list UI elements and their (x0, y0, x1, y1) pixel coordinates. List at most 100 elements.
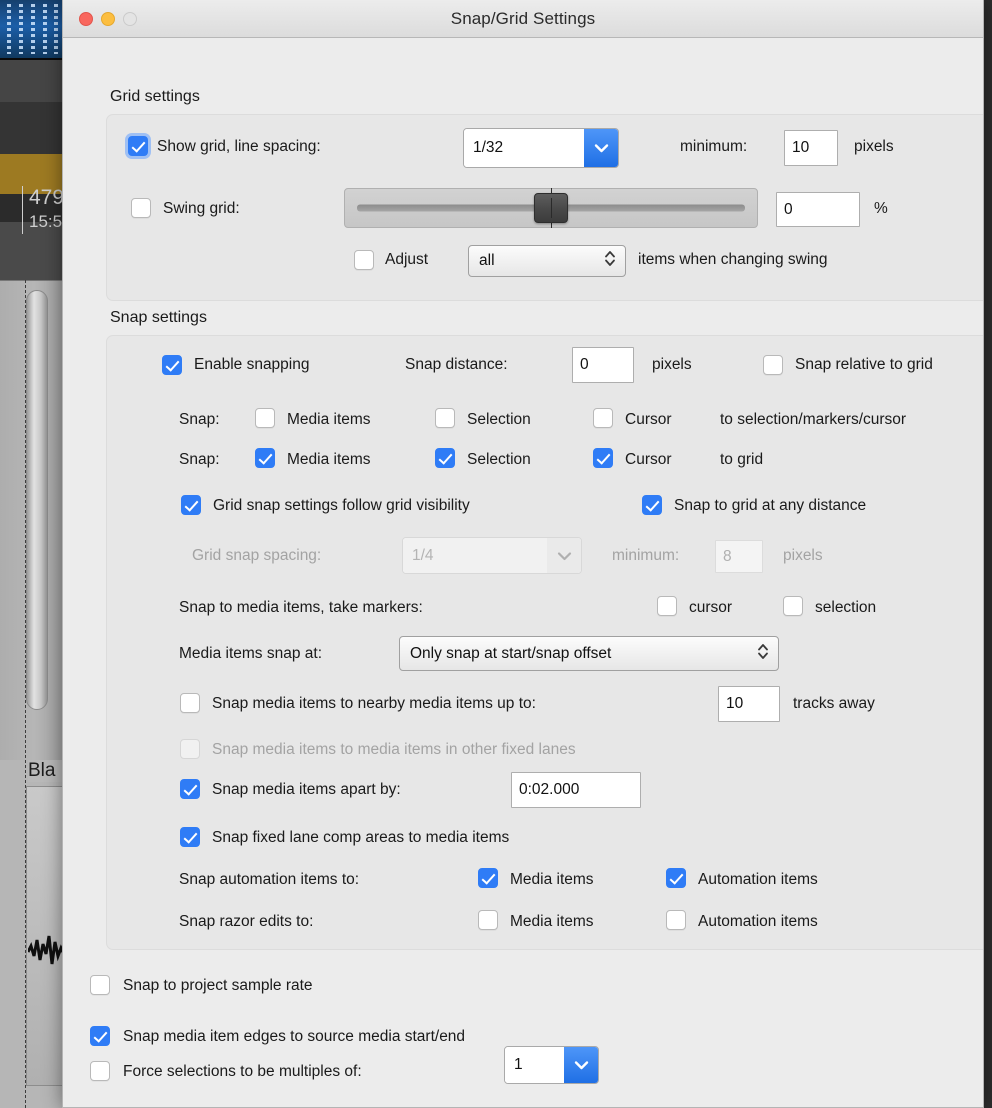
media-items-snap-at-popup[interactable]: Only snap at start/snap offset (399, 636, 779, 671)
show-grid-checkbox[interactable] (128, 136, 148, 156)
grid-minimum-value: 10 (792, 139, 810, 156)
razor-media-items-checkbox[interactable] (478, 910, 498, 930)
footer-options: Snap to project sample rate Snap media i… (63, 950, 983, 1107)
chevron-down-icon[interactable] (564, 1047, 598, 1083)
snap-row2-cursor-checkbox[interactable] (593, 448, 613, 468)
media-items-snap-at-label: Media items snap at: (179, 645, 323, 662)
razor-edits-to-label: Snap razor edits to: (179, 913, 314, 930)
line-spacing-combo[interactable]: 1/32 (463, 128, 619, 168)
line-spacing-value: 1/32 (464, 129, 584, 167)
sample-rate-label: Snap to project sample rate (123, 977, 313, 994)
take-markers-selection-label: selection (815, 599, 877, 616)
apart-by-checkbox[interactable] (180, 779, 200, 799)
force-multiples-checkbox[interactable] (90, 1061, 110, 1081)
grid-minimum-input[interactable]: 10 (784, 130, 838, 166)
snap-row1-selection-label: Selection (467, 411, 531, 428)
snap-row2-selection-label: Selection (467, 451, 531, 468)
grid-snap-pixels-label: pixels (783, 547, 823, 564)
chevron-down-icon[interactable] (547, 538, 581, 573)
force-multiples-label: Force selections to be multiples of: (123, 1063, 362, 1080)
adjust-checkbox[interactable] (354, 250, 374, 270)
snap-distance-input[interactable]: 0 (572, 347, 634, 383)
snap-settings-group: Snap settings Enable snapping Snap dista… (106, 309, 983, 950)
grid-snap-follow-checkbox[interactable] (181, 495, 201, 515)
grid-snap-spacing-combo[interactable]: 1/4 (402, 537, 582, 574)
grid-pixels-label: pixels (854, 138, 894, 155)
grid-snap-minimum-label: minimum: (612, 547, 680, 564)
grid-snap-spacing-value: 1/4 (403, 538, 547, 573)
track-band (0, 102, 62, 154)
chevron-updown-icon (604, 249, 616, 274)
snap-settings-label: Snap settings (110, 309, 207, 326)
automation-automation-items-label: Automation items (698, 871, 818, 888)
snap-row1-media-items-label: Media items (287, 411, 371, 428)
chevron-down-icon[interactable] (584, 129, 618, 167)
swing-grid-checkbox[interactable] (131, 198, 151, 218)
take-markers-selection-checkbox[interactable] (783, 596, 803, 616)
adjust-scope-popup[interactable]: all (468, 245, 626, 277)
show-grid-label: Show grid, line spacing: (157, 138, 321, 155)
force-multiples-combo[interactable]: 1 (504, 1046, 599, 1084)
track-band (0, 60, 62, 102)
razor-automation-items-checkbox[interactable] (666, 910, 686, 930)
grid-settings-label: Grid settings (110, 88, 200, 105)
snap-row2-selection-checkbox[interactable] (435, 448, 455, 468)
source-media-edges-checkbox[interactable] (90, 1026, 110, 1046)
apart-by-value: 0:02.000 (519, 781, 580, 798)
snap-distance-label: Snap distance: (405, 356, 508, 373)
title-bar: Snap/Grid Settings (63, 0, 983, 38)
fixed-lane-comp-label: Snap fixed lane comp areas to media item… (212, 829, 510, 846)
automation-media-items-checkbox[interactable] (478, 868, 498, 888)
window-title: Snap/Grid Settings (450, 9, 596, 28)
nearby-items-checkbox[interactable] (180, 693, 200, 713)
enable-snapping-label: Enable snapping (194, 356, 310, 373)
nearby-items-units: tracks away (793, 695, 875, 712)
take-markers-cursor-checkbox[interactable] (657, 596, 677, 616)
snap-relative-to-grid-label: Snap relative to grid (795, 356, 933, 373)
other-fixed-lanes-checkbox (180, 739, 200, 759)
meter-display (0, 0, 62, 60)
grid-snap-spacing-label: Grid snap spacing: (192, 547, 322, 564)
grid-minimum-label: minimum: (680, 138, 748, 155)
snap-row2-cursor-label: Cursor (625, 451, 672, 468)
snap-row1-media-items-checkbox[interactable] (255, 408, 275, 428)
enable-snapping-checkbox[interactable] (162, 355, 182, 375)
automation-automation-items-checkbox[interactable] (666, 868, 686, 888)
sample-rate-checkbox[interactable] (90, 975, 110, 995)
other-fixed-lanes-label: Snap media items to media items in other… (212, 741, 576, 758)
adjust-scope-value: all (479, 252, 495, 269)
swing-slider[interactable] (344, 188, 758, 228)
snap-distance-units: pixels (652, 356, 692, 373)
snap-row1-cursor-label: Cursor (625, 411, 672, 428)
razor-automation-items-label: Automation items (698, 913, 818, 930)
snap-row2-media-items-label: Media items (287, 451, 371, 468)
snap-any-distance-checkbox[interactable] (642, 495, 662, 515)
automation-media-items-label: Media items (510, 871, 594, 888)
snap-distance-value: 0 (580, 356, 589, 373)
apart-by-input[interactable]: 0:02.000 (511, 772, 641, 808)
grid-snap-minimum-input[interactable]: 8 (715, 540, 763, 573)
automation-items-to-label: Snap automation items to: (179, 871, 360, 888)
grid-settings-group: Grid settings Show grid, line spacing: 1… (106, 88, 983, 301)
razor-media-items-label: Media items (510, 913, 594, 930)
nearby-items-label: Snap media items to nearby media items u… (212, 695, 536, 712)
swing-percent-value: 0 (784, 200, 793, 218)
force-multiples-value: 1 (505, 1047, 564, 1083)
source-media-edges-label: Snap media item edges to source media st… (123, 1028, 466, 1045)
snap-row1-selection-checkbox[interactable] (435, 408, 455, 428)
snap-row1-cursor-checkbox[interactable] (593, 408, 613, 428)
snap-row2-suffix: to grid (720, 451, 764, 468)
volume-fader[interactable] (26, 290, 48, 710)
snap-relative-to-grid-checkbox[interactable] (763, 355, 783, 375)
grid-snap-follow-label: Grid snap settings follow grid visibilit… (213, 497, 470, 514)
swing-percent-input[interactable]: 0 (776, 192, 860, 227)
snap-any-distance-label: Snap to grid at any distance (674, 497, 867, 514)
adjust-label: Adjust (385, 251, 429, 268)
swing-slider-knob[interactable] (534, 193, 568, 223)
snap-row2-media-items-checkbox[interactable] (255, 448, 275, 468)
swing-percent-label: % (874, 200, 888, 217)
adjust-suffix-label: items when changing swing (638, 251, 828, 268)
nearby-items-value: 10 (726, 695, 744, 712)
fixed-lane-comp-checkbox[interactable] (180, 827, 200, 847)
nearby-items-input[interactable]: 10 (718, 686, 780, 722)
